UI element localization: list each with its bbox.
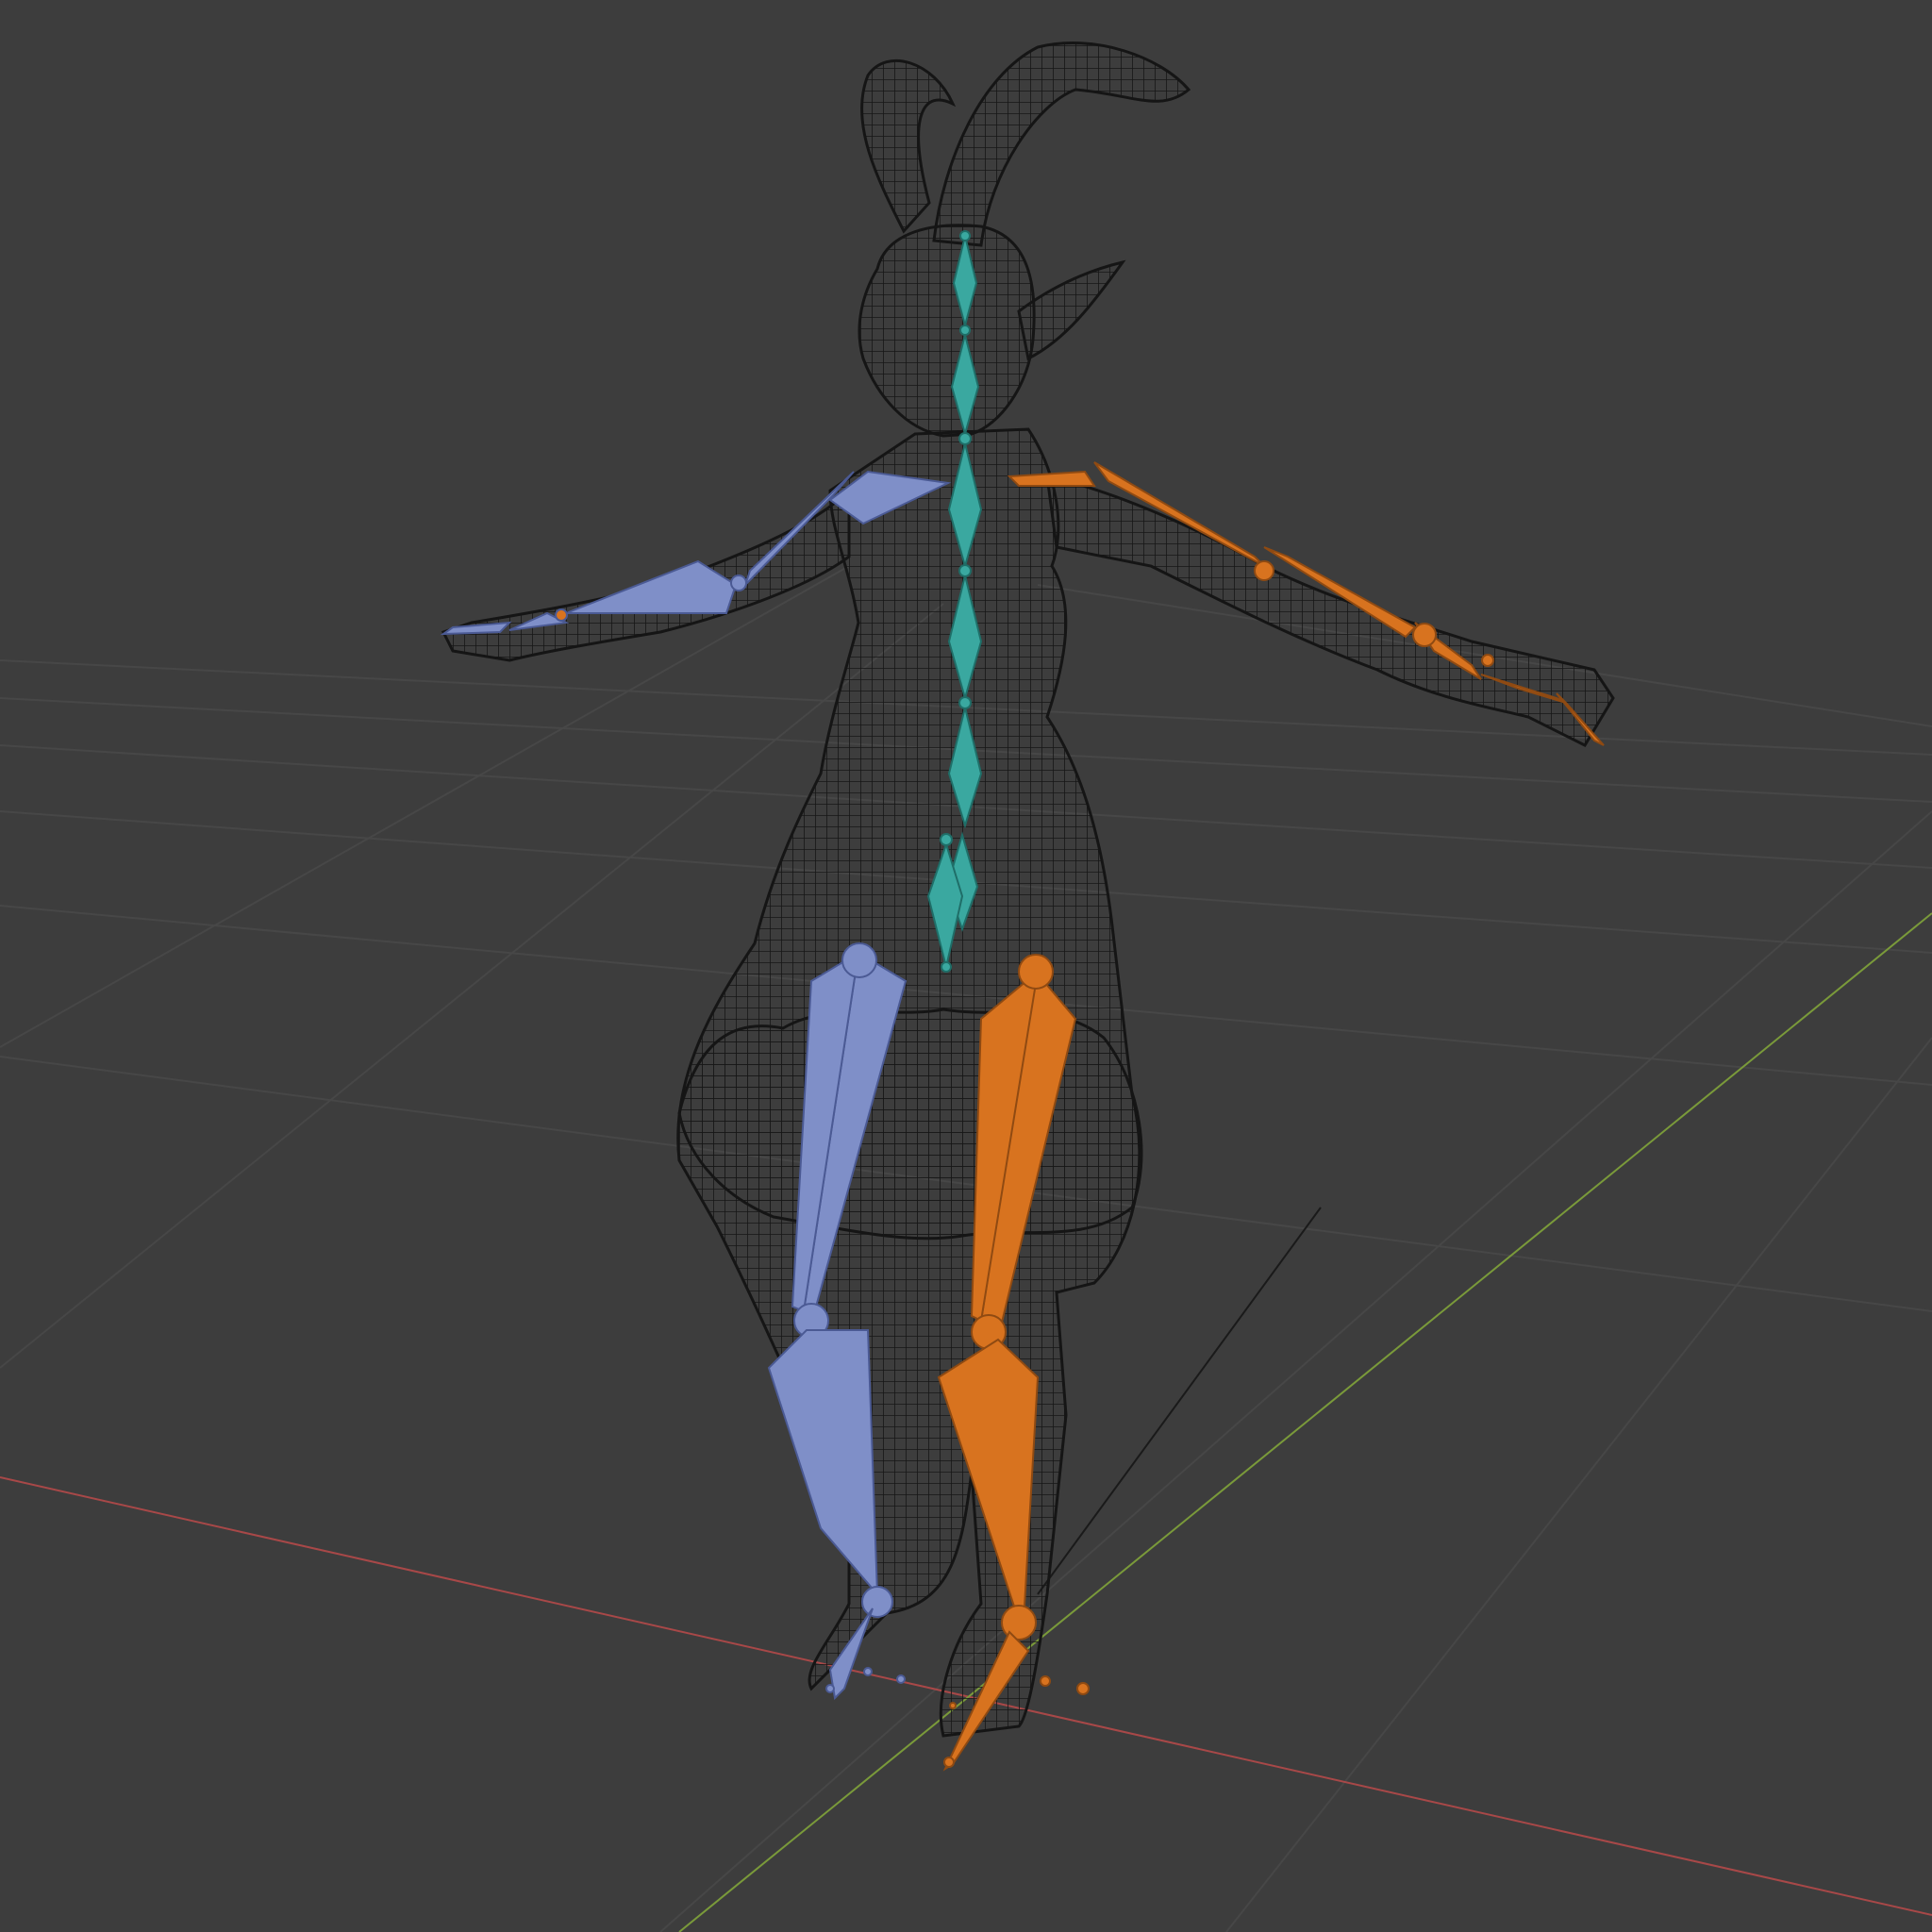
3d-viewport[interactable] bbox=[0, 0, 1932, 1932]
viewport-canvas[interactable] bbox=[0, 0, 1932, 1932]
